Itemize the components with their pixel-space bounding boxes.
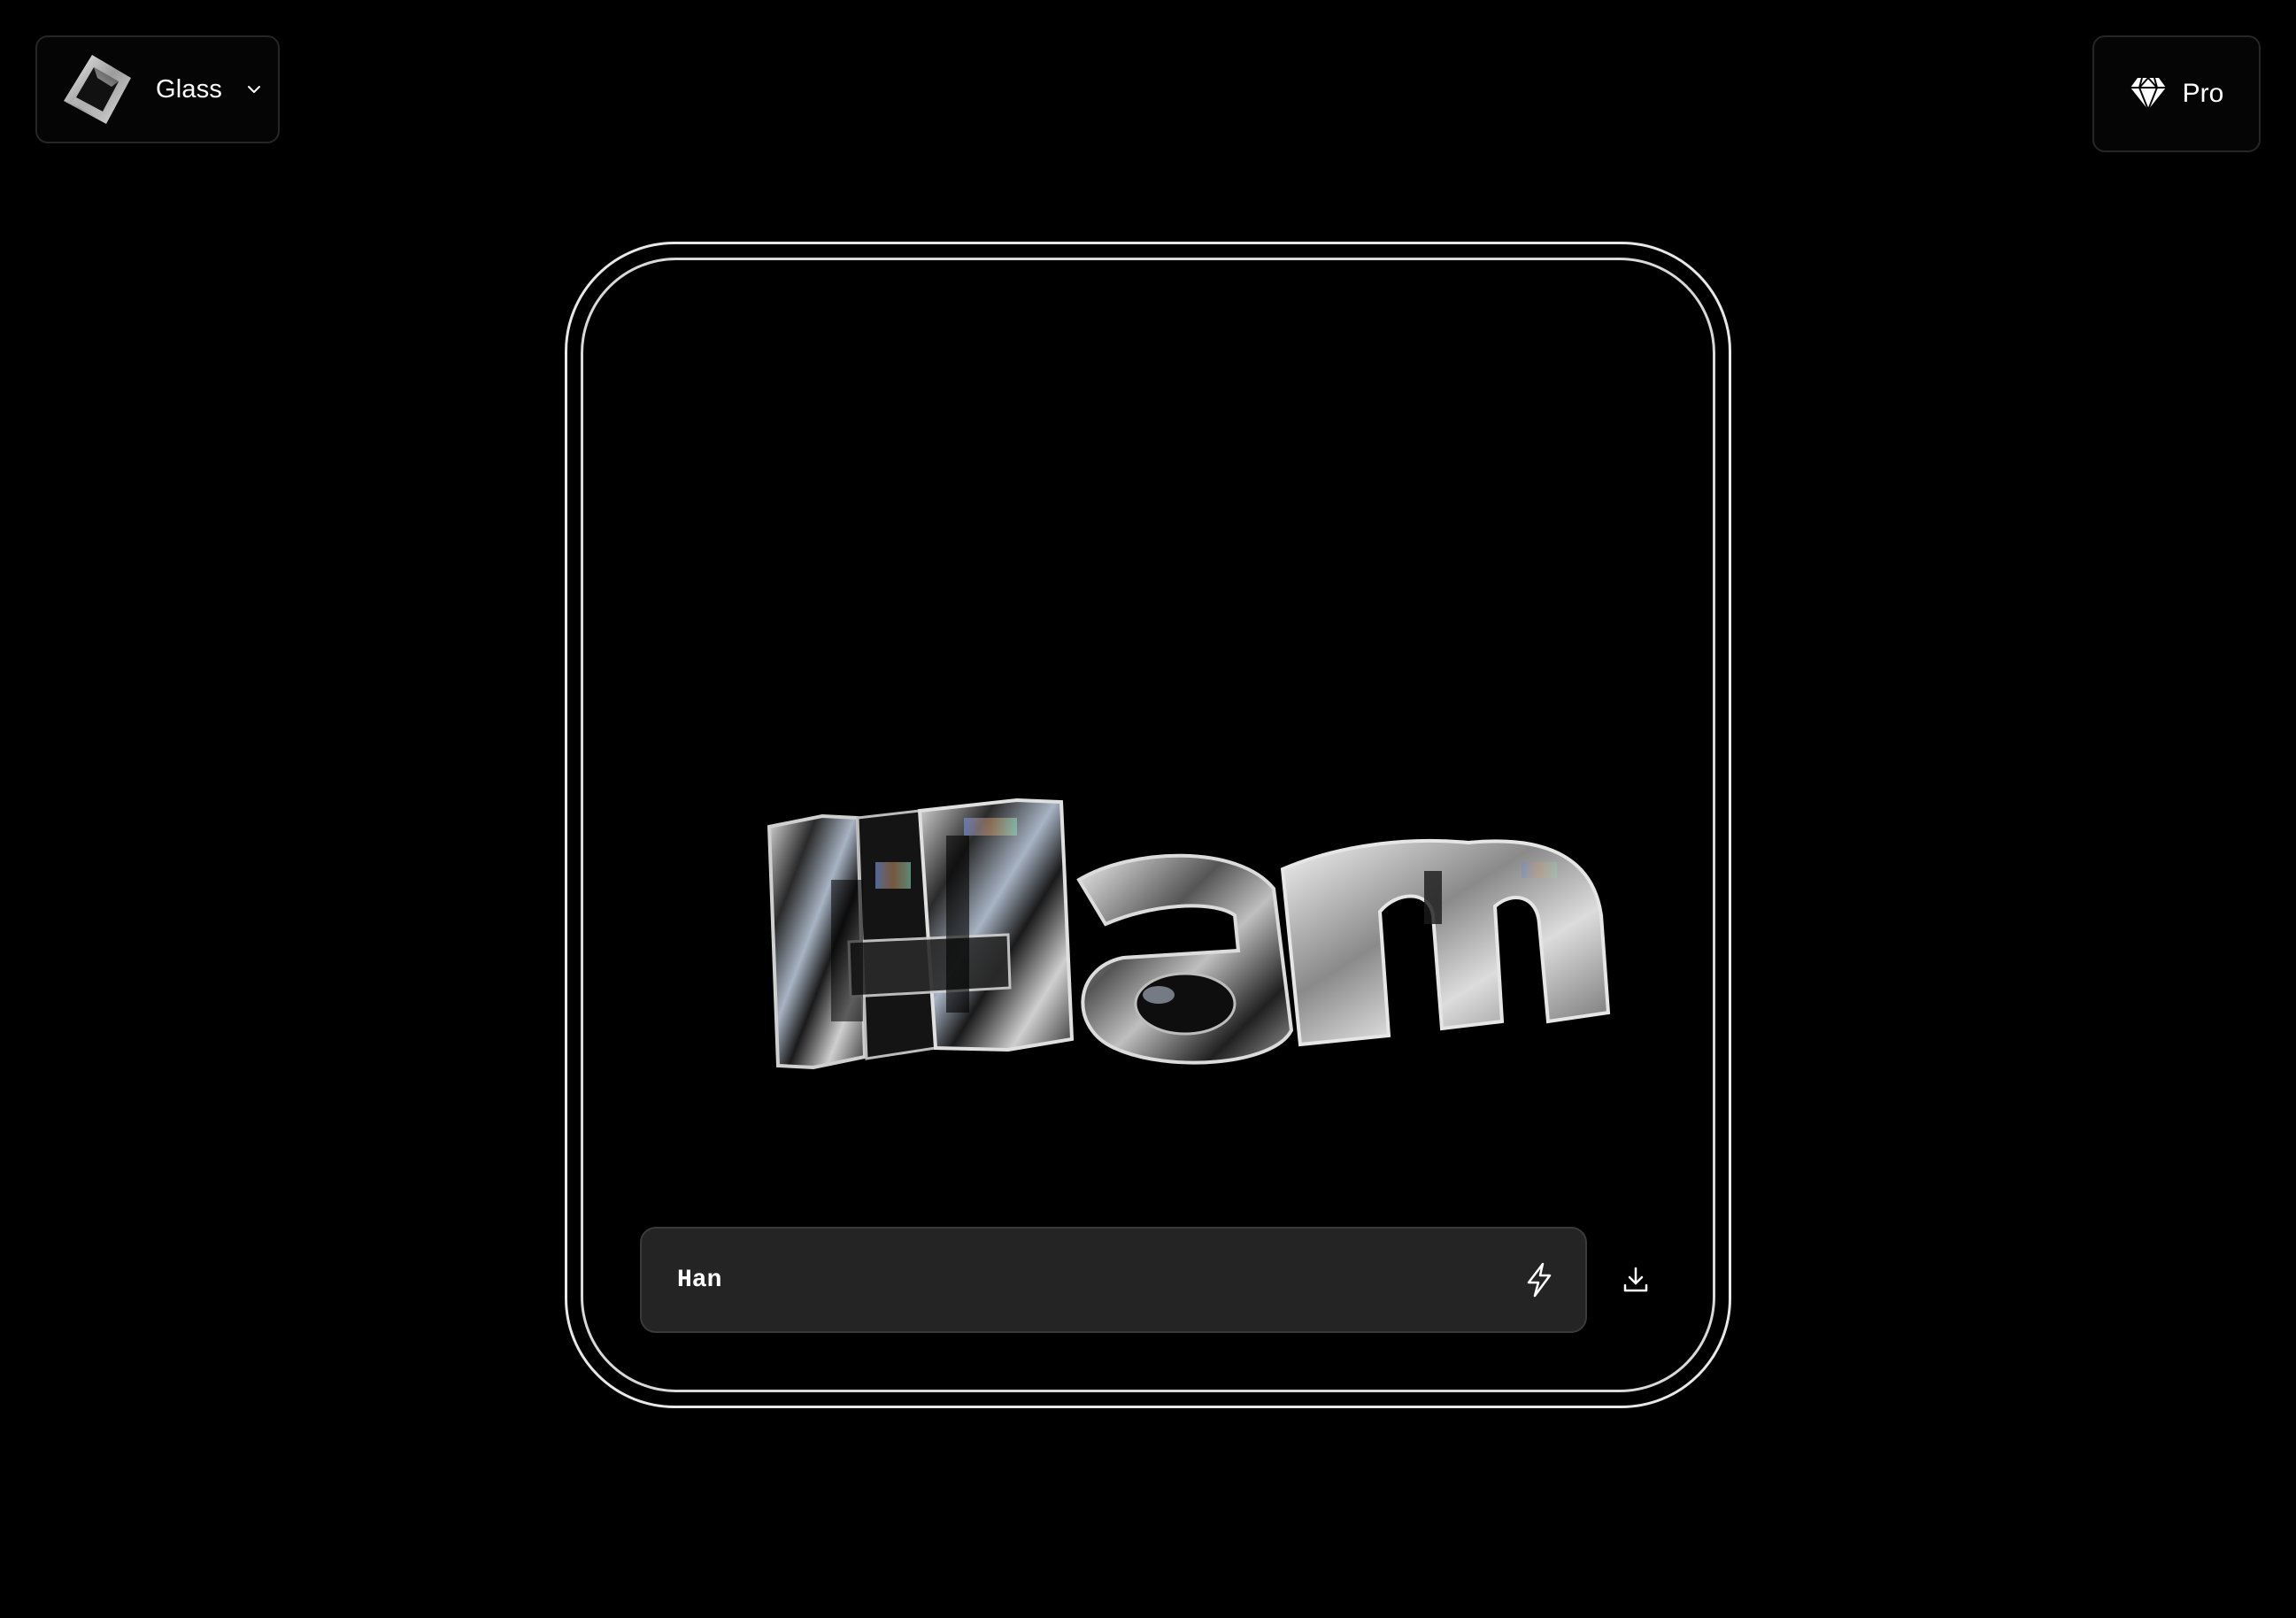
pro-label: Pro bbox=[2182, 79, 2224, 108]
download-icon bbox=[1623, 1267, 1648, 1292]
glass-cube-icon bbox=[64, 55, 131, 124]
style-selector-button[interactable]: Glass bbox=[35, 35, 280, 143]
lightning-bolt-icon bbox=[1527, 1262, 1552, 1298]
generate-button[interactable] bbox=[1513, 1253, 1566, 1306]
text-input-container bbox=[640, 1227, 1587, 1333]
diamond-icon bbox=[2130, 77, 2166, 111]
download-button[interactable] bbox=[1609, 1253, 1662, 1306]
style-selector-label: Glass bbox=[156, 74, 223, 104]
pro-upgrade-button[interactable]: Pro bbox=[2092, 35, 2261, 152]
glass-3d-text-render bbox=[767, 797, 1611, 1070]
preview-card bbox=[581, 258, 1715, 1392]
chevron-down-icon bbox=[248, 86, 261, 93]
text-input[interactable] bbox=[642, 1228, 1513, 1332]
